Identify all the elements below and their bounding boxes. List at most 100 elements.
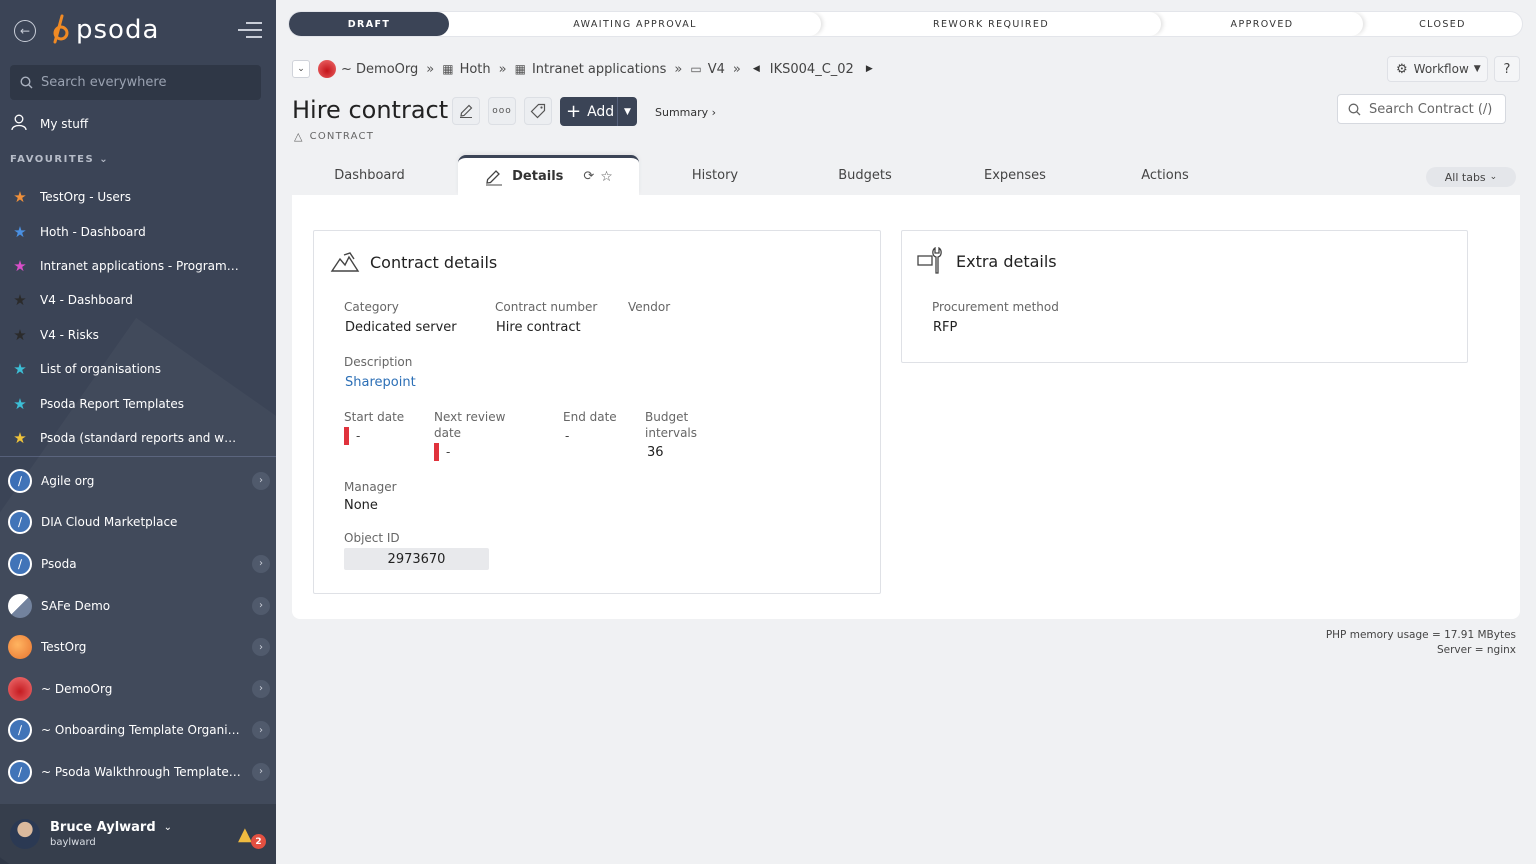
summary-link[interactable]: Summary ›	[655, 106, 716, 119]
organisation-item[interactable]: ∕ ~ Psoda Walkthrough Template P... ›	[8, 751, 270, 793]
procurement-method-value: RFP	[933, 320, 958, 335]
next-review-date-label: Next review date	[434, 410, 506, 440]
workflow-step-draft[interactable]: DRAFT	[289, 12, 449, 36]
chevron-down-icon: ▼	[1473, 64, 1481, 74]
tab-history[interactable]: History	[640, 155, 790, 195]
workflow-step-approved[interactable]: APPROVED	[1161, 12, 1363, 36]
favourite-item[interactable]: ★ List of organisations	[10, 352, 270, 386]
refresh-icon[interactable]: ⟳	[583, 169, 600, 184]
all-tabs-button[interactable]: All tabs ⌄	[1426, 167, 1516, 187]
user-handle: baylward	[50, 837, 96, 848]
breadcrumb-separator: »	[674, 61, 683, 77]
workflow-step-rework-required[interactable]: REWORK REQUIRED	[821, 12, 1161, 36]
workflow-step-awaiting-approval[interactable]: AWAITING APPROVAL	[449, 12, 821, 36]
breadcrumb-v4[interactable]: V4	[708, 62, 725, 77]
search-contract-input[interactable]	[1369, 101, 1499, 117]
search-icon	[1348, 103, 1361, 115]
logo-icon	[50, 14, 72, 46]
favourite-label: Psoda Report Templates	[40, 396, 185, 411]
star-icon[interactable]: ☆	[600, 169, 613, 185]
favourite-item[interactable]: ★ Psoda Report Templates	[10, 386, 270, 420]
chevron-down-icon[interactable]: ⌄	[164, 822, 172, 833]
more-options-button[interactable]: ooo	[488, 97, 516, 125]
sidebar-divider	[0, 456, 276, 457]
add-button[interactable]: + Add ▼	[560, 97, 637, 126]
start-date-value: -	[356, 429, 361, 443]
chevron-down-icon[interactable]: ▼	[617, 97, 637, 126]
favourite-item[interactable]: ★ Intranet applications - Programme...	[10, 249, 270, 283]
search-contract[interactable]	[1337, 94, 1506, 124]
breadcrumb-hoth[interactable]: Hoth	[460, 62, 491, 77]
organisation-item[interactable]: ~ DemoOrg ›	[8, 668, 270, 710]
organisation-item[interactable]: TestOrg ›	[8, 626, 270, 668]
programme-icon: ▦	[514, 62, 526, 76]
sidebar-search[interactable]	[10, 65, 261, 100]
start-date-label: Start date	[344, 410, 405, 424]
next-arrow-icon[interactable]: ▶	[866, 64, 873, 74]
chevron-right-icon[interactable]: ›	[252, 554, 270, 573]
chevron-right-icon[interactable]: ›	[252, 471, 270, 490]
favourite-item[interactable]: ★ TestOrg - Users	[10, 180, 270, 214]
organisation-item[interactable]: SAFe Demo ›	[8, 585, 270, 627]
chevron-right-icon[interactable]: ›	[252, 721, 270, 740]
favourites-heading[interactable]: FAVOURITES ⌄	[10, 154, 109, 165]
brand-name: psoda	[76, 15, 160, 45]
budget-intervals-label: Budget intervals	[645, 410, 698, 440]
logo[interactable]: psoda	[50, 14, 159, 46]
chevron-right-icon[interactable]: ›	[252, 596, 270, 615]
breadcrumb-intranet-applications[interactable]: Intranet applications	[532, 62, 666, 77]
breadcrumb-dropdown[interactable]: ⌄	[292, 60, 310, 78]
description-link[interactable]: Sharepoint	[345, 375, 416, 390]
budget-intervals-value: 36	[647, 445, 664, 460]
favourite-label: Hoth - Dashboard	[40, 224, 146, 239]
pencil-icon	[460, 104, 473, 118]
tab-actions[interactable]: Actions	[1090, 155, 1240, 195]
organisation-name: DIA Cloud Marketplace	[41, 515, 178, 530]
portfolio-icon: ▦	[442, 62, 454, 76]
organisation-icon	[8, 593, 32, 618]
organisation-item[interactable]: ∕ DIA Cloud Marketplace	[8, 502, 270, 544]
favourite-label: V4 - Risks	[40, 327, 99, 342]
star-icon: ★	[13, 360, 27, 379]
avatar[interactable]	[10, 819, 40, 849]
vendor-label: Vendor	[628, 300, 671, 314]
next-review-warning-marker	[434, 443, 439, 461]
tab-dashboard[interactable]: Dashboard	[292, 155, 447, 195]
star-icon: ★	[13, 394, 27, 413]
favourite-item[interactable]: ★ Psoda (standard reports and work...	[10, 421, 270, 455]
favourite-item[interactable]: ★ Hoth - Dashboard	[10, 214, 270, 248]
category-value: Dedicated server	[345, 320, 457, 335]
workflow-step-closed[interactable]: CLOSED	[1363, 12, 1522, 36]
search-everywhere-input[interactable]	[41, 75, 241, 90]
organisation-name: TestOrg	[41, 640, 87, 655]
collapse-menu-icon[interactable]	[238, 22, 262, 40]
user-panel[interactable]: Bruce Aylward baylward ⌄ ▲ 2	[0, 804, 276, 864]
breadcrumb-separator: »	[426, 61, 435, 77]
tag-button[interactable]	[524, 97, 552, 125]
edit-button[interactable]	[452, 97, 480, 125]
back-icon[interactable]: ←	[14, 20, 36, 42]
favourite-item[interactable]: ★ V4 - Dashboard	[10, 283, 270, 317]
previous-arrow-icon[interactable]: ◀	[753, 64, 760, 74]
organisation-item[interactable]: ∕ Psoda ›	[8, 543, 270, 585]
chevron-right-icon[interactable]: ›	[252, 762, 270, 781]
user-name[interactable]: Bruce Aylward	[50, 820, 156, 835]
my-stuff-link[interactable]: My stuff	[10, 113, 88, 134]
tab-expenses[interactable]: Expenses	[940, 155, 1090, 195]
notifications-button[interactable]: ▲ 2	[238, 824, 266, 849]
sidebar-header: ← psoda	[0, 0, 276, 62]
tab-details[interactable]: Details ⟳ ☆	[458, 155, 639, 195]
object-id-label: Object ID	[344, 531, 400, 545]
organisation-item[interactable]: ∕ ~ Onboarding Template Organisa... ›	[8, 710, 270, 752]
chevron-right-icon[interactable]: ›	[252, 679, 270, 698]
help-button[interactable]: ?	[1494, 56, 1520, 82]
chevron-right-icon[interactable]: ›	[252, 638, 270, 657]
tab-budgets[interactable]: Budgets	[790, 155, 940, 195]
organisation-item[interactable]: ∕ Agile org ›	[8, 460, 270, 502]
breadcrumb-org[interactable]: ~ DemoOrg	[341, 62, 418, 77]
bell-icon: ▲	[238, 824, 252, 845]
favourite-item[interactable]: ★ V4 - Risks	[10, 318, 270, 352]
favourites-list: ★ TestOrg - Users ★ Hoth - Dashboard ★ Intran…	[10, 180, 270, 455]
workflow-button[interactable]: ⚙ Workflow ▼	[1387, 56, 1488, 82]
manager-label: Manager	[344, 480, 397, 494]
